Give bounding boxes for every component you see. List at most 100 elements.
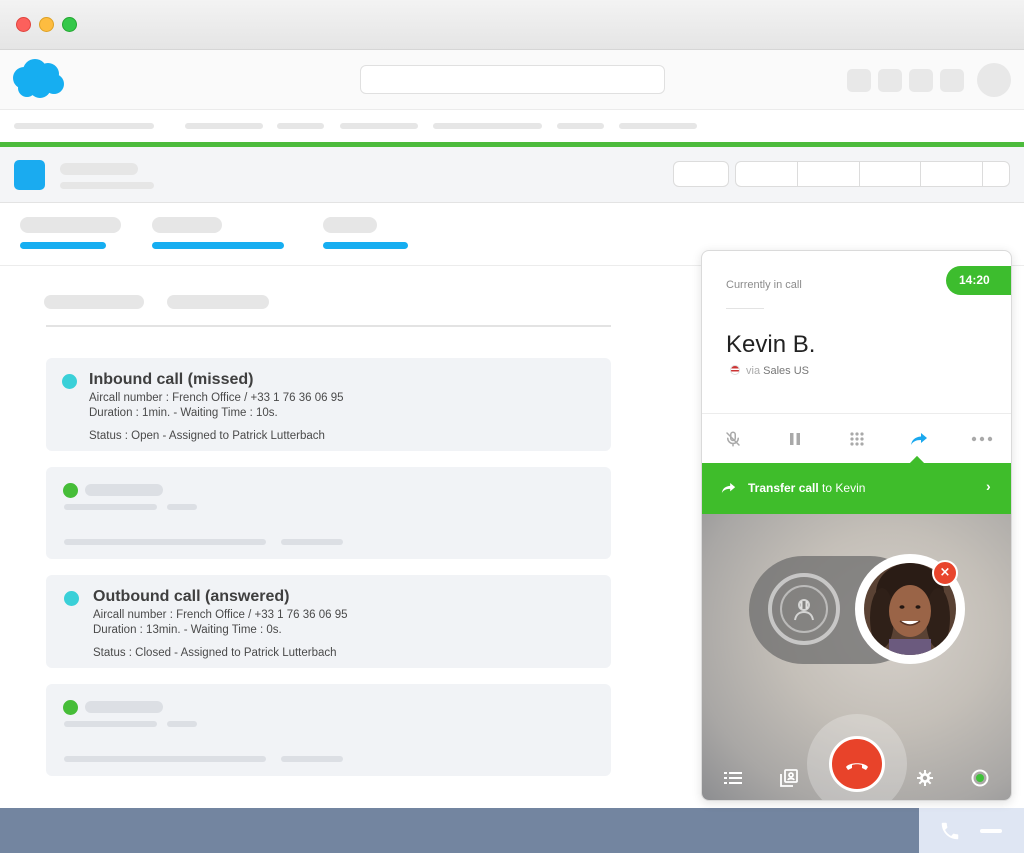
- activity-duration: Duration : 13min. - Waiting Time : 0s.: [93, 624, 282, 636]
- phone-utility-tab[interactable]: [919, 808, 1024, 853]
- window-minimize-button[interactable]: [39, 17, 54, 32]
- call-status-label: Currently in call: [726, 279, 802, 291]
- record-header: [0, 147, 1024, 203]
- hangup-icon: [846, 763, 868, 770]
- toolbar-button-2[interactable]: [878, 69, 902, 92]
- settings-gear-icon[interactable]: [915, 768, 935, 788]
- activity-number: Aircall number : French Office / +33 1 7…: [93, 609, 348, 621]
- activity-card-outbound[interactable]: Outbound call (answered) Aircall number …: [46, 575, 611, 668]
- record-action-1[interactable]: [736, 162, 798, 186]
- toolbar-button-3[interactable]: [909, 69, 933, 92]
- text-placeholder: [281, 756, 343, 762]
- transfer-arrow-icon: [721, 483, 736, 493]
- person-hold-icon: [794, 599, 814, 621]
- activity-number: Aircall number : French Office / +33 1 7…: [89, 392, 344, 404]
- chevron-right-icon: ›: [986, 478, 991, 494]
- nav-item-placeholder[interactable]: [340, 123, 418, 129]
- tab-label-placeholder[interactable]: [323, 217, 377, 233]
- phone-icon[interactable]: [939, 820, 961, 842]
- record-action-4[interactable]: [921, 162, 983, 186]
- text-placeholder: [167, 504, 197, 510]
- transfer-icon[interactable]: [909, 429, 929, 449]
- nav-item-placeholder[interactable]: [277, 123, 324, 129]
- transfer-call-button[interactable]: Transfer call to Kevin ›: [702, 455, 1011, 514]
- availability-status-icon[interactable]: [970, 768, 990, 788]
- text-placeholder: [64, 756, 266, 762]
- record-action-2[interactable]: [798, 162, 860, 186]
- filter-placeholder[interactable]: [44, 295, 144, 309]
- record-title-placeholder: [60, 163, 138, 175]
- activity-title: Outbound call (answered): [93, 588, 290, 605]
- browser-titlebar: [0, 0, 1024, 50]
- utility-footer: [0, 808, 1024, 853]
- call-status-dot: [63, 700, 78, 715]
- nav-item-placeholder[interactable]: [185, 123, 263, 129]
- text-placeholder: [64, 504, 157, 510]
- nav-item-placeholder[interactable]: [433, 123, 542, 129]
- call-status-dot: [63, 483, 78, 498]
- text-placeholder: [167, 721, 197, 727]
- record-action-group: [735, 161, 1010, 187]
- line-name: Sales US: [763, 365, 809, 377]
- user-avatar[interactable]: [977, 63, 1011, 97]
- record-type-icon: [14, 160, 45, 190]
- call-timer: 14:20: [946, 266, 1011, 295]
- text-placeholder: [85, 484, 163, 496]
- mute-icon[interactable]: [723, 429, 743, 449]
- activity-card-placeholder[interactable]: [46, 467, 611, 559]
- window-close-button[interactable]: [16, 17, 31, 32]
- filter-placeholder[interactable]: [167, 295, 269, 309]
- tab-label-placeholder[interactable]: [152, 217, 222, 233]
- nav-item-placeholder[interactable]: [619, 123, 697, 129]
- nav-bar: [0, 110, 1024, 142]
- transfer-label-target: to Kevin: [818, 481, 866, 495]
- transfer-label-bold: Transfer call: [748, 481, 819, 495]
- transfer-label: Transfer call to Kevin: [748, 481, 865, 495]
- minimize-icon[interactable]: [980, 829, 1002, 833]
- call-status-dot: [62, 374, 77, 389]
- window-maximize-button[interactable]: [62, 17, 77, 32]
- contact-name[interactable]: Kevin B.: [726, 331, 815, 359]
- salesforce-logo-icon[interactable]: [10, 58, 66, 100]
- nav-item-placeholder[interactable]: [14, 123, 154, 129]
- text-placeholder: [64, 721, 157, 727]
- contacts-icon[interactable]: [779, 768, 799, 788]
- keypad-icon[interactable]: [847, 429, 867, 449]
- toolbar-button-1[interactable]: [847, 69, 871, 92]
- on-hold-inner: [780, 585, 828, 633]
- tab-label-placeholder[interactable]: [20, 217, 121, 233]
- on-hold-button[interactable]: [768, 573, 840, 645]
- us-flag-icon: [730, 365, 740, 375]
- call-status-dot: [64, 591, 79, 606]
- activity-duration: Duration : 1min. - Waiting Time : 10s.: [89, 407, 278, 419]
- call-line-info: via Sales US: [730, 365, 809, 377]
- tab-indicator: [323, 242, 408, 249]
- text-placeholder: [64, 539, 266, 545]
- call-history-icon[interactable]: [723, 768, 743, 788]
- tab-indicator: [20, 242, 106, 249]
- toolbar-button-4[interactable]: [940, 69, 964, 92]
- activity-title: Inbound call (missed): [89, 371, 254, 388]
- more-options-icon[interactable]: [970, 429, 994, 449]
- status-separator: [726, 308, 764, 309]
- hold-pause-icon[interactable]: [785, 429, 805, 449]
- activity-card-placeholder[interactable]: [46, 684, 611, 776]
- activity-divider: [46, 325, 611, 327]
- app-header: [0, 50, 1024, 110]
- record-action-button[interactable]: [673, 161, 729, 187]
- nav-item-placeholder[interactable]: [557, 123, 604, 129]
- aircall-phone-widget: Currently in call 14:20 Kevin B. via Sal…: [701, 250, 1012, 801]
- remove-contact-button[interactable]: ×: [932, 560, 958, 586]
- call-video-area: ×: [702, 514, 1011, 800]
- text-placeholder: [85, 701, 163, 713]
- record-subtitle-placeholder: [60, 182, 154, 189]
- record-action-3[interactable]: [860, 162, 922, 186]
- text-placeholder: [281, 539, 343, 545]
- activity-card-inbound[interactable]: Inbound call (missed) Aircall number : F…: [46, 358, 611, 451]
- global-search-input[interactable]: [360, 65, 665, 94]
- via-prefix: via: [746, 365, 761, 377]
- tab-indicator: [152, 242, 284, 249]
- record-action-more[interactable]: [983, 162, 1009, 186]
- hangup-button[interactable]: [829, 736, 885, 792]
- activity-status: Status : Closed - Assigned to Patrick Lu…: [93, 647, 337, 659]
